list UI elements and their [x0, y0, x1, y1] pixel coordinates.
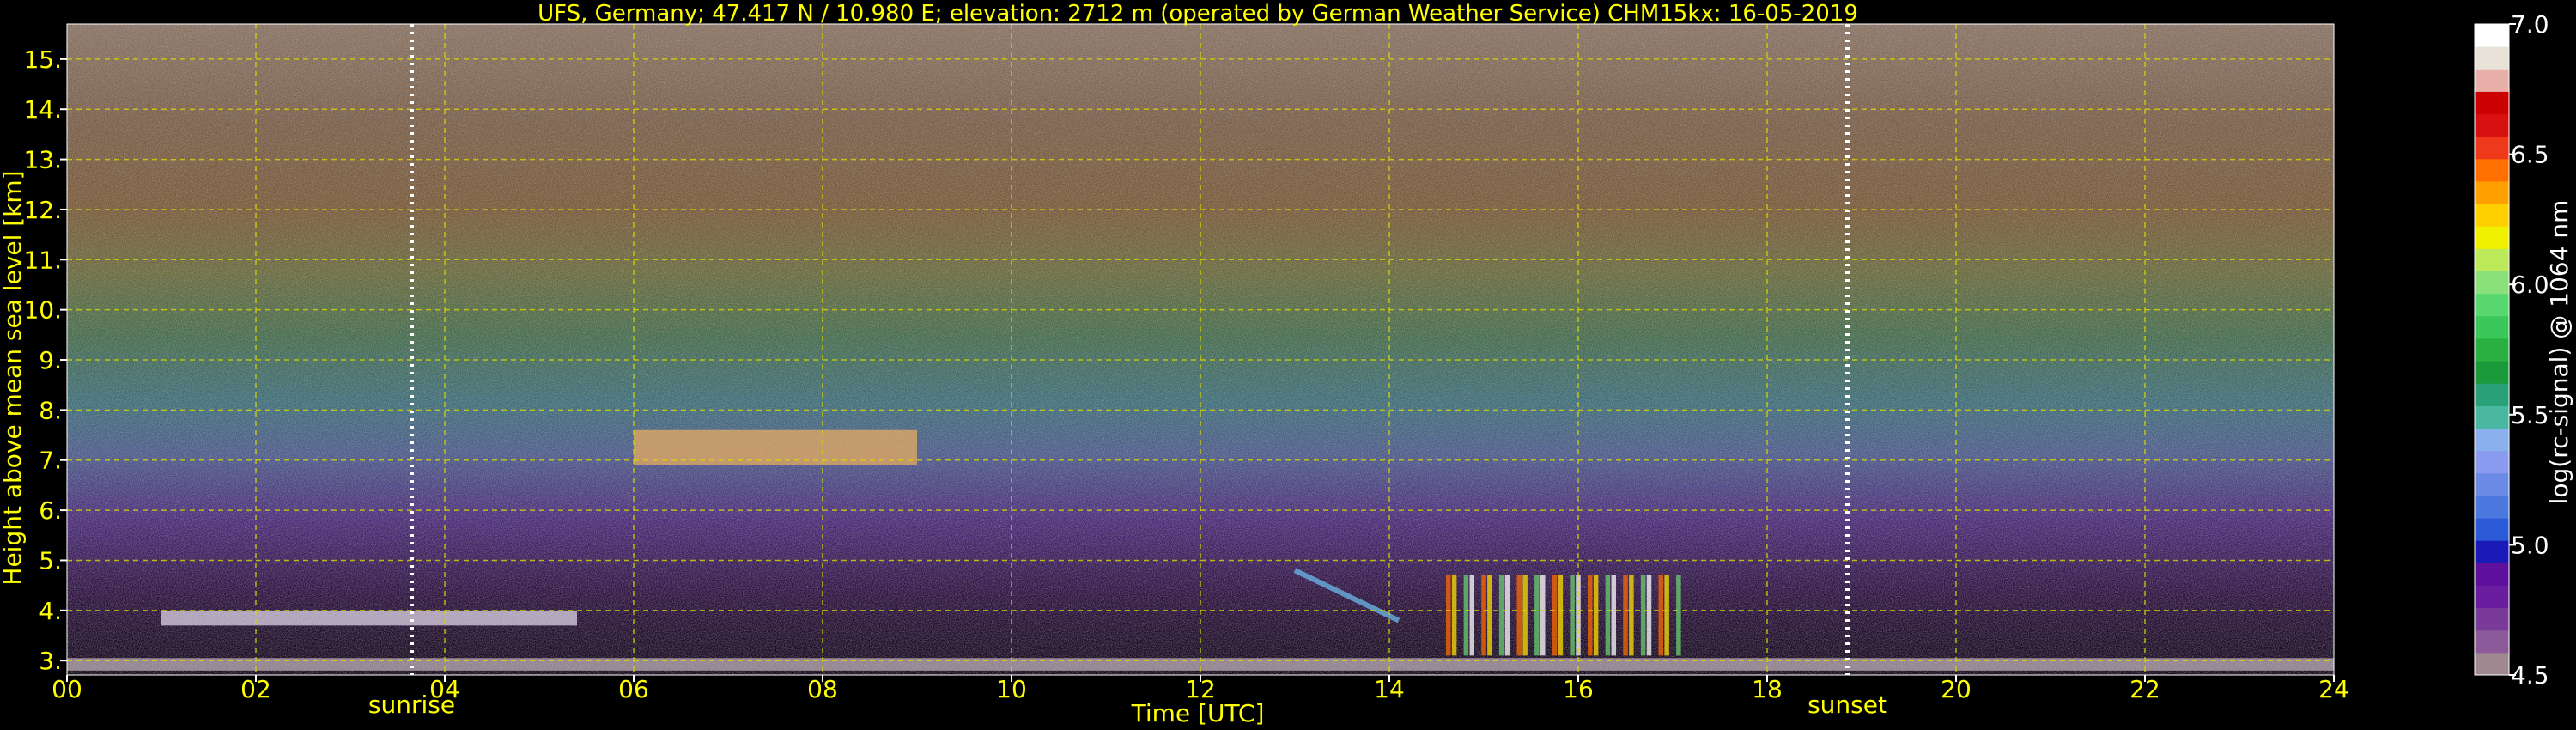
- cloud-column: [1446, 575, 1451, 656]
- colorbar-tick-label: 5.5: [2511, 401, 2549, 429]
- y-tick-label: 10.: [23, 296, 62, 325]
- colorbar-swatch: [2475, 361, 2509, 384]
- y-tick-label: 12.: [23, 196, 62, 224]
- x-tick-label: 02: [240, 675, 271, 703]
- y-tick-label: 5.: [39, 546, 62, 575]
- cloud-column: [1552, 575, 1558, 656]
- colorbar-swatch: [2475, 472, 2509, 496]
- y-tick-label: 8.: [39, 396, 62, 424]
- colorbar-swatch: [2475, 204, 2509, 227]
- feature-cloud-layer: [161, 610, 577, 626]
- colorbar-swatch: [2475, 383, 2509, 406]
- y-tick-label: 3.: [39, 647, 62, 675]
- cloud-column: [1570, 575, 1575, 656]
- colorbar-swatch: [2475, 24, 2509, 47]
- ceilometer-chart: sunrise sunset 00 02 04 06 08 10 12 14 16 18 20 22 24…: [0, 1, 2573, 727]
- colorbar-swatch: [2475, 652, 2509, 676]
- cloud-column: [1522, 575, 1528, 656]
- y-tick-label: 9.: [39, 346, 62, 374]
- cloud-column: [1646, 575, 1652, 656]
- colorbar-swatch: [2475, 271, 2509, 295]
- colorbar-swatch: [2475, 91, 2509, 115]
- cloud-column: [1487, 575, 1492, 656]
- colorbar-swatch: [2475, 518, 2509, 541]
- cloud-column: [1611, 575, 1616, 656]
- x-tick-label: 08: [807, 675, 838, 703]
- cloud-column: [1469, 575, 1474, 656]
- colorbar-swatch: [2475, 563, 2509, 586]
- x-axis-label: Time [UTC]: [1131, 699, 1265, 727]
- colorbar-swatch: [2475, 540, 2509, 563]
- colorbar-swatch: [2475, 405, 2509, 429]
- colorbar-tick-label: 4.5: [2511, 661, 2549, 690]
- colorbar-swatch: [2475, 495, 2509, 519]
- x-tick-label: 04: [429, 675, 460, 703]
- y-tick-label: 14.: [23, 95, 62, 124]
- colorbar-tick-label: 6.0: [2511, 271, 2549, 299]
- colorbar-swatch: [2475, 158, 2509, 182]
- x-tick-label: 16: [1563, 675, 1594, 703]
- colorbar-swatch: [2475, 428, 2509, 452]
- y-tick-label: 4.: [39, 597, 62, 625]
- cloud-column: [1516, 575, 1522, 656]
- colorbar-swatch: [2475, 136, 2509, 160]
- cloud-column: [1588, 575, 1593, 656]
- cloud-column: [1623, 575, 1628, 656]
- y-tick-label: 15.: [23, 46, 62, 74]
- cloud-column: [1658, 575, 1663, 656]
- y-tick-label: 6.: [39, 496, 62, 525]
- colorbar-tick-label: 5.0: [2511, 531, 2549, 559]
- colorbar-swatch: [2475, 293, 2509, 317]
- colorbar: 4.5 5.0 5.5 6.0 6.5 7.0: [2474, 10, 2549, 690]
- colorbar-swatch: [2475, 450, 2509, 474]
- cloud-column: [1481, 575, 1486, 656]
- cloud-column: [1534, 575, 1540, 656]
- cloud-column: [1629, 575, 1634, 656]
- colorbar-label: log(rc-signal) @ 1064 nm: [2545, 200, 2573, 505]
- cloud-column: [1593, 575, 1599, 656]
- colorbar-swatch: [2475, 315, 2509, 339]
- cloud-column: [1676, 575, 1681, 656]
- x-tick-label: 24: [2318, 675, 2349, 703]
- cloud-column: [1558, 575, 1564, 656]
- colorbar-swatch: [2475, 69, 2509, 92]
- cloud-column: [1463, 575, 1469, 656]
- cloud-column: [1451, 575, 1457, 656]
- colorbar-swatch: [2475, 180, 2509, 204]
- cloud-column: [1504, 575, 1510, 656]
- cloud-column: [1640, 575, 1646, 656]
- colorbar-swatch: [2475, 585, 2509, 609]
- colorbar-swatch: [2475, 630, 2509, 654]
- y-tick-label: 7.: [39, 447, 62, 475]
- cloud-column: [1664, 575, 1669, 656]
- colorbar-swatch: [2475, 248, 2509, 272]
- x-tick-label: 06: [618, 675, 649, 703]
- cloud-column: [1576, 575, 1581, 656]
- colorbar-tick-label: 7.0: [2511, 10, 2549, 39]
- cloud-column: [1540, 575, 1546, 656]
- x-tick-label: 00: [52, 675, 82, 703]
- x-tick-label: 14: [1374, 675, 1405, 703]
- cloud-column: [1605, 575, 1611, 656]
- x-tick-label: 20: [1941, 675, 1971, 703]
- sunset-label: sunset: [1807, 690, 1887, 719]
- colorbar-tick-label: 6.5: [2511, 141, 2549, 169]
- colorbar-swatch: [2475, 113, 2509, 137]
- chart-title: UFS, Germany; 47.417 N / 10.980 E; eleva…: [538, 1, 1858, 27]
- colorbar-swatch: [2475, 226, 2509, 249]
- x-tick-label: 18: [1752, 675, 1783, 703]
- y-tick-label: 13.: [23, 146, 62, 174]
- colorbar-swatch: [2475, 46, 2509, 70]
- y-tick-label: 11.: [23, 246, 62, 274]
- y-axis-label: Height above mean sea level [km]: [0, 170, 27, 585]
- x-tick-label: 22: [2129, 675, 2160, 703]
- x-tick-label: 10: [996, 675, 1027, 703]
- colorbar-swatch: [2475, 607, 2509, 631]
- colorbar-swatch: [2475, 338, 2509, 362]
- cloud-column: [1498, 575, 1504, 656]
